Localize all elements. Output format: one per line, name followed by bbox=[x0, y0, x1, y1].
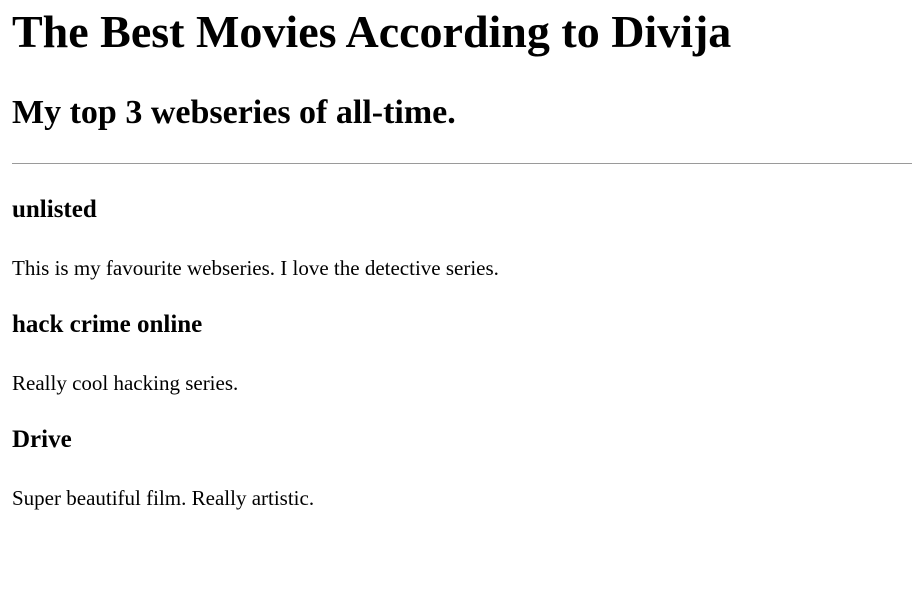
entry-title: hack crime online bbox=[12, 311, 203, 338]
entry-description: Really cool hacking series. bbox=[12, 371, 239, 395]
page-title: The Best Movies According to Divija bbox=[12, 6, 732, 57]
entry-title: unlisted bbox=[12, 196, 97, 223]
entry-description: This is my favourite webseries. I love t… bbox=[12, 256, 499, 280]
page-content: The Best Movies According to Divija My t… bbox=[0, 0, 912, 602]
entry-description: Super beautiful film. Really artistic. bbox=[12, 486, 315, 510]
entry-title: Drive bbox=[12, 426, 72, 453]
divider bbox=[12, 163, 912, 164]
page-subtitle: My top 3 webseries of all-time. bbox=[12, 94, 456, 131]
